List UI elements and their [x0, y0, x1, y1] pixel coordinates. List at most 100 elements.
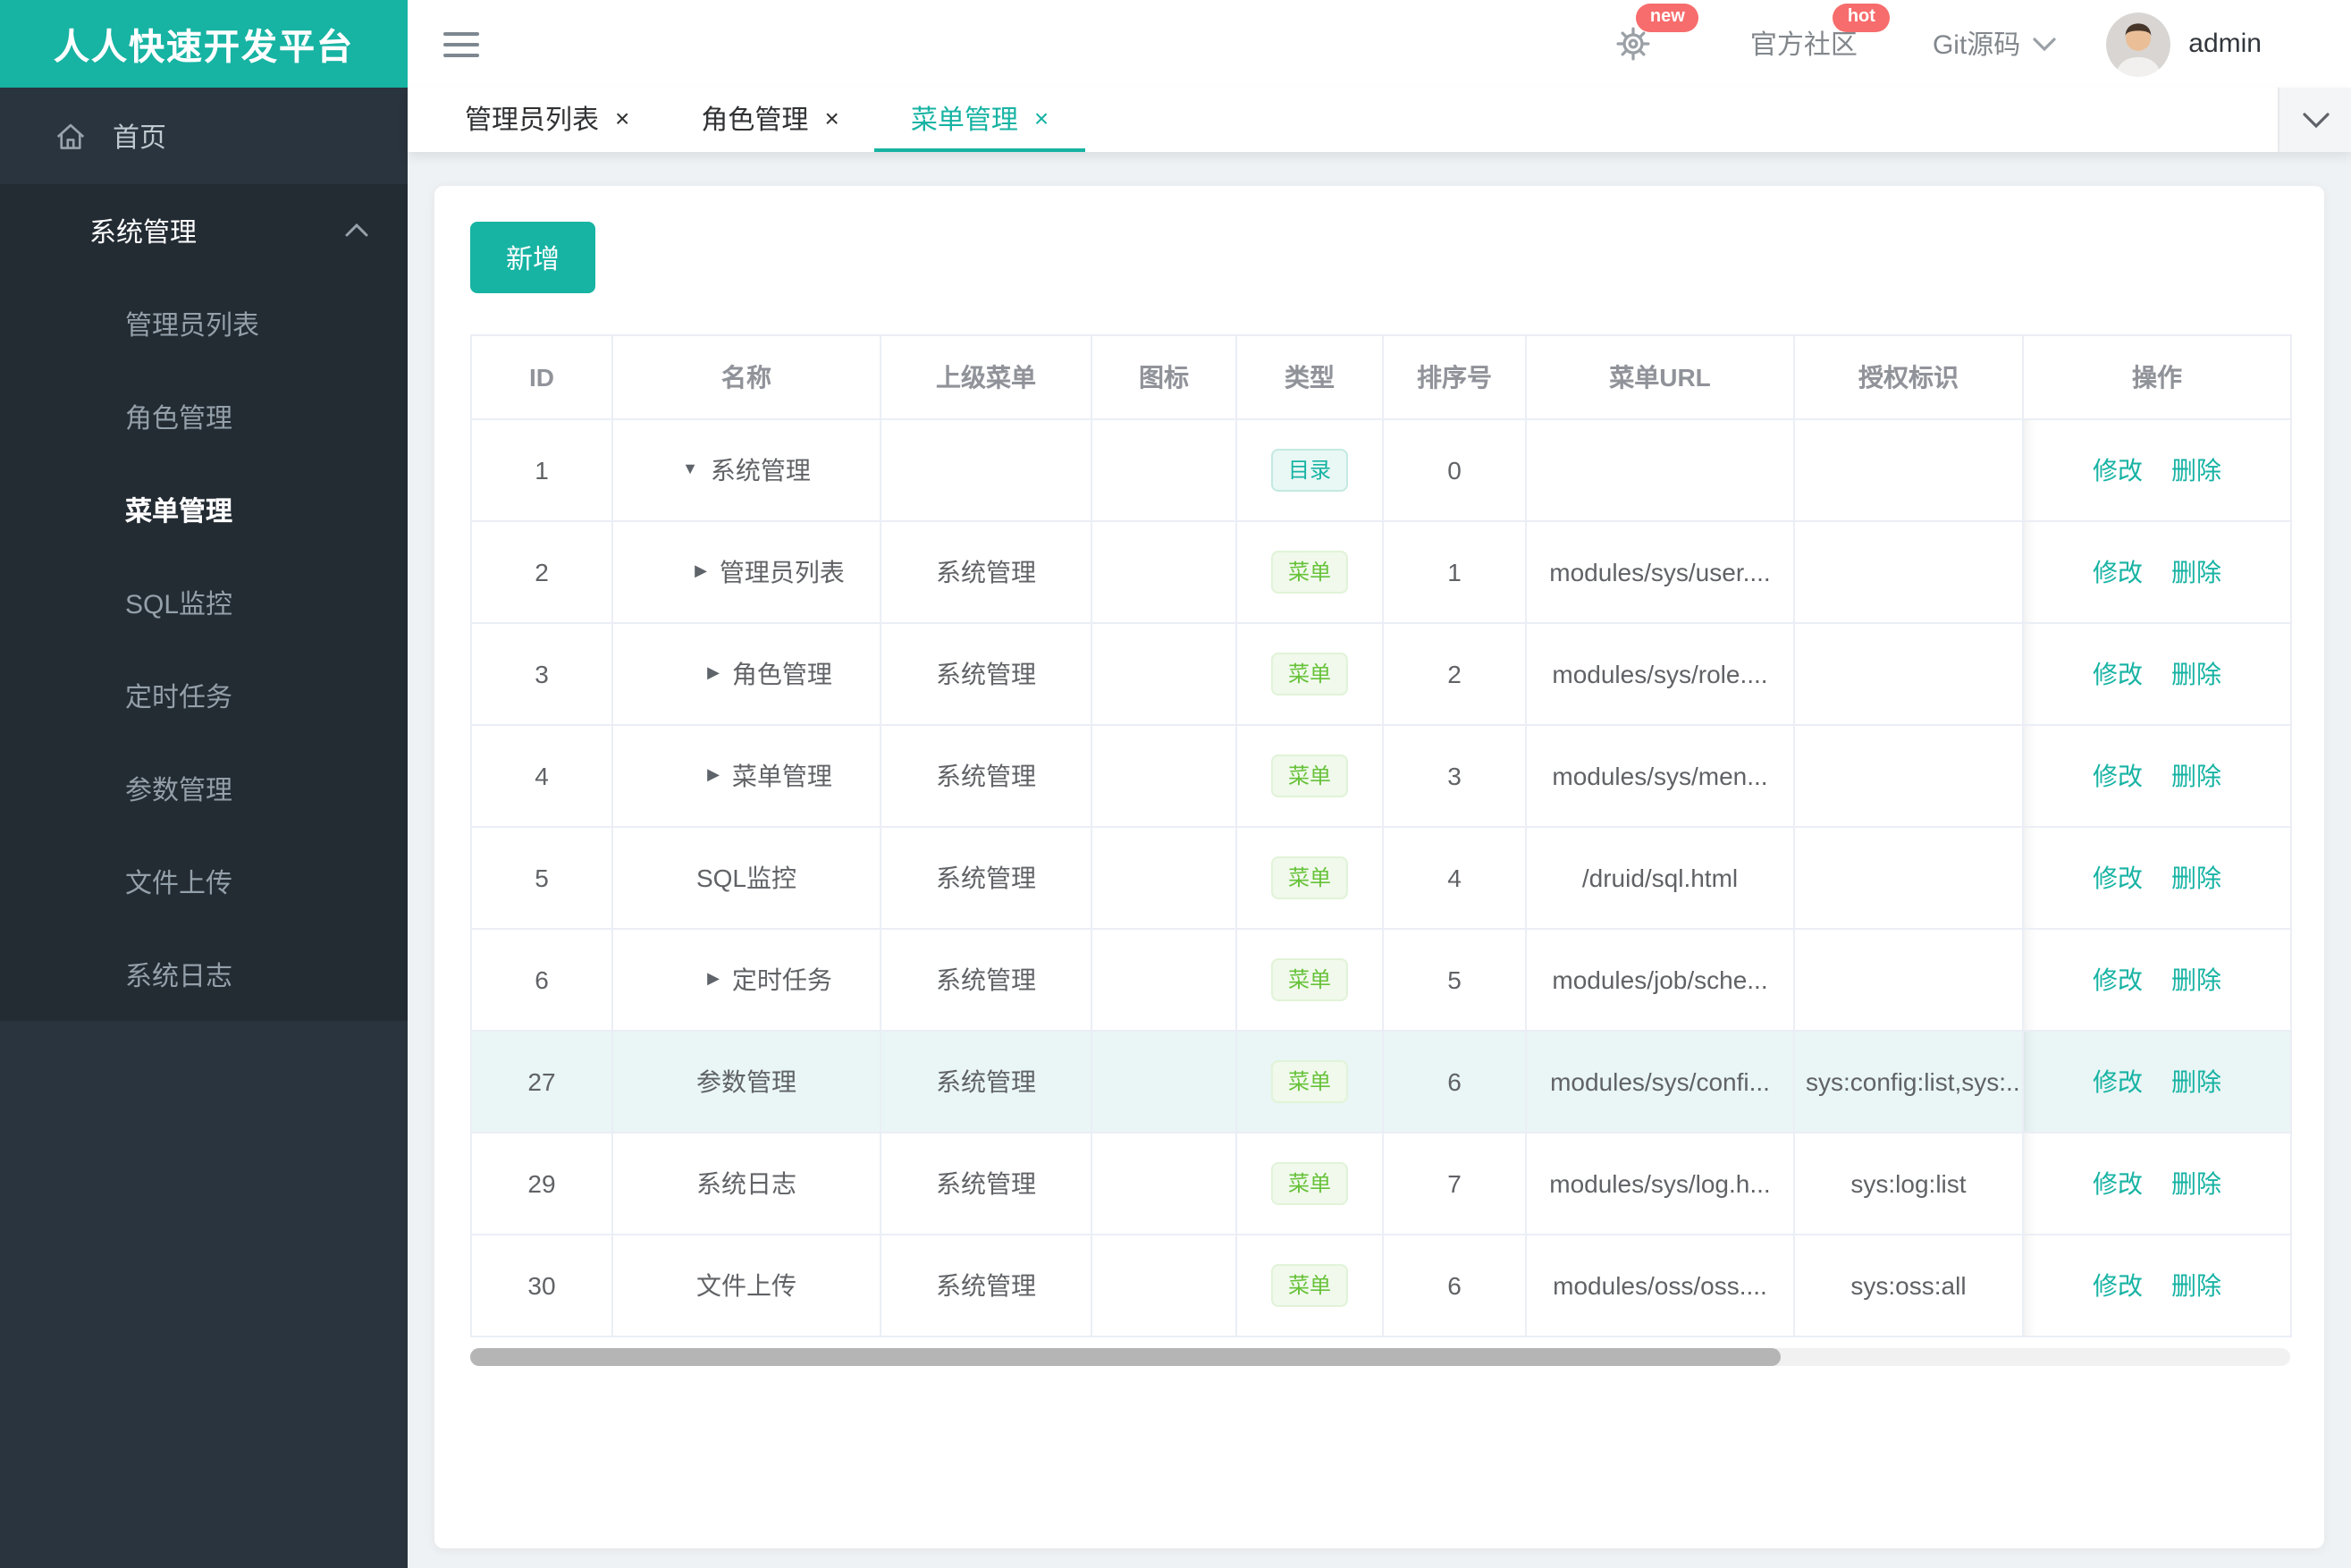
git-label: Git源码: [1932, 30, 2021, 61]
cell-type: 目录: [1235, 418, 1384, 522]
tab-bar: 管理员列表 × 角色管理 × 菜单管理 ×: [408, 88, 2351, 152]
cell-perms: [1793, 928, 2024, 1032]
edit-link[interactable]: 修改: [2093, 965, 2143, 994]
column-header-label: 菜单URL: [1609, 363, 1711, 392]
sidebar-item-7[interactable]: 系统日志: [0, 928, 408, 1021]
sidebar-home-label: 首页: [113, 122, 167, 153]
expand-icon[interactable]: ▶: [707, 968, 720, 988]
edit-link[interactable]: 修改: [2093, 762, 2143, 790]
sidebar-item-0[interactable]: 管理员列表: [0, 277, 408, 370]
cell-url: modules/sys/confi...: [1525, 1030, 1795, 1134]
cell-order-value: 5: [1447, 965, 1462, 994]
menu-toggle-icon[interactable]: [443, 31, 479, 56]
home-icon: [54, 119, 88, 153]
cell-url: modules/job/sche...: [1525, 928, 1795, 1032]
app-logo[interactable]: 人人快速开发平台: [0, 0, 408, 88]
cell-url-value: modules/sys/log.h...: [1549, 1169, 1771, 1198]
cell-order-value: 2: [1447, 660, 1462, 688]
cell-name-value: 管理员列表: [719, 558, 845, 586]
column-header-label: 授权标识: [1858, 363, 1959, 392]
cell-icon: [1091, 724, 1237, 828]
column-header-label: 操作: [2132, 363, 2182, 392]
edit-link[interactable]: 修改: [2093, 1271, 2143, 1300]
tabs-strip: 管理员列表 × 角色管理 × 菜单管理 ×: [408, 88, 2278, 152]
cell-parent: 系统管理: [880, 826, 1092, 930]
tabs-overflow-button[interactable]: [2278, 88, 2351, 152]
delete-link[interactable]: 删除: [2171, 965, 2221, 994]
settings-button[interactable]: new: [1613, 4, 1700, 64]
tab-0[interactable]: 管理员列表 ×: [429, 88, 665, 152]
column-header-3: 图标: [1091, 334, 1237, 420]
tab-2[interactable]: 菜单管理 ×: [874, 88, 1085, 152]
cell-name-wrap: ▶ 定时任务: [624, 962, 869, 998]
cell-name-value: 文件上传: [696, 1271, 796, 1300]
table-row: 2 ▶ 管理员列表 系统管理 菜单 1 modules/sys/user.... 修改 删除: [470, 520, 2292, 624]
table-row: 29 系统日志 系统管理 菜单 7 modules/sys/log.h... sys:log…: [470, 1132, 2292, 1235]
delete-link[interactable]: 删除: [2171, 1271, 2221, 1300]
cell-id-value: 2: [535, 558, 549, 586]
scrollbar-thumb[interactable]: [470, 1348, 1781, 1366]
cell-parent: 系统管理: [880, 1030, 1092, 1134]
cell-icon: [1091, 1030, 1237, 1134]
cell-url: modules/oss/oss....: [1525, 1234, 1795, 1337]
sidebar-submenu: 管理员列表 角色管理 菜单管理 SQL监控 定时任务 参数管理 文件上传 系统日志: [0, 277, 408, 1021]
cell-parent-value: 系统管理: [936, 864, 1036, 892]
cell-id-value: 30: [527, 1271, 556, 1300]
cell-url: [1525, 418, 1795, 522]
edit-link[interactable]: 修改: [2093, 660, 2143, 688]
cell-order-value: 3: [1447, 762, 1462, 790]
delete-link[interactable]: 删除: [2171, 456, 2221, 485]
sidebar-item-3[interactable]: SQL监控: [0, 556, 408, 649]
collapse-icon[interactable]: ▼: [682, 459, 698, 477]
sidebar-item-home[interactable]: 首页: [0, 88, 408, 184]
tab-close-icon[interactable]: ×: [824, 105, 838, 131]
community-link[interactable]: 官方社区 hot: [1749, 4, 1890, 63]
sidebar-item-4[interactable]: 定时任务: [0, 649, 408, 742]
cell-id-value: 27: [527, 1067, 556, 1096]
git-source-link[interactable]: Git源码: [1933, 25, 2056, 63]
new-badge: new: [1635, 4, 1699, 32]
user-menu[interactable]: admin: [2106, 12, 2262, 76]
delete-link[interactable]: 删除: [2171, 864, 2221, 892]
cell-url-value: modules/sys/role....: [1552, 660, 1768, 688]
cell-parent: 系统管理: [880, 724, 1092, 828]
add-button[interactable]: 新增: [470, 222, 596, 293]
column-header-label: 名称: [721, 363, 771, 392]
cell-operations: 修改 删除: [2022, 724, 2292, 828]
cell-perms: [1793, 724, 2024, 828]
chevron-up-icon: [345, 223, 368, 238]
sidebar-item-2[interactable]: 菜单管理: [0, 463, 408, 556]
cell-operations: 修改 删除: [2022, 1132, 2292, 1235]
sidebar-group-title[interactable]: 系统管理: [0, 184, 408, 277]
tab-close-icon[interactable]: ×: [615, 105, 629, 131]
table-row: 3 ▶ 角色管理 系统管理 菜单 2 modules/sys/role.... 修改 删除: [470, 622, 2292, 726]
expand-icon[interactable]: ▶: [695, 561, 707, 580]
sidebar-item-6[interactable]: 文件上传: [0, 835, 408, 928]
cell-parent-value: 系统管理: [936, 558, 1036, 586]
delete-link[interactable]: 删除: [2171, 1067, 2221, 1096]
cell-operations: 修改 删除: [2022, 1234, 2292, 1337]
edit-link[interactable]: 修改: [2093, 864, 2143, 892]
sidebar-item-1[interactable]: 角色管理: [0, 370, 408, 463]
tab-close-icon[interactable]: ×: [1034, 105, 1049, 131]
cell-type: 菜单: [1235, 724, 1384, 828]
cell-perms: [1793, 622, 2024, 726]
type-badge: 菜单: [1271, 1264, 1347, 1307]
expand-icon[interactable]: ▶: [707, 662, 720, 682]
chevron-down-icon: [2033, 37, 2056, 51]
expand-icon[interactable]: ▶: [707, 764, 720, 784]
delete-link[interactable]: 删除: [2171, 762, 2221, 790]
delete-link[interactable]: 删除: [2171, 660, 2221, 688]
edit-link[interactable]: 修改: [2093, 1169, 2143, 1198]
column-header-2: 上级菜单: [880, 334, 1092, 420]
edit-link[interactable]: 修改: [2093, 1067, 2143, 1096]
edit-link[interactable]: 修改: [2093, 456, 2143, 485]
cell-name-wrap: ▶ 管理员列表: [624, 554, 869, 590]
sidebar-item-5[interactable]: 参数管理: [0, 742, 408, 835]
community-label: 官方社区: [1749, 30, 1858, 61]
column-header-7: 授权标识: [1793, 334, 2024, 420]
tab-1[interactable]: 角色管理 ×: [665, 88, 874, 152]
delete-link[interactable]: 删除: [2171, 558, 2221, 586]
edit-link[interactable]: 修改: [2093, 558, 2143, 586]
delete-link[interactable]: 删除: [2171, 1169, 2221, 1198]
